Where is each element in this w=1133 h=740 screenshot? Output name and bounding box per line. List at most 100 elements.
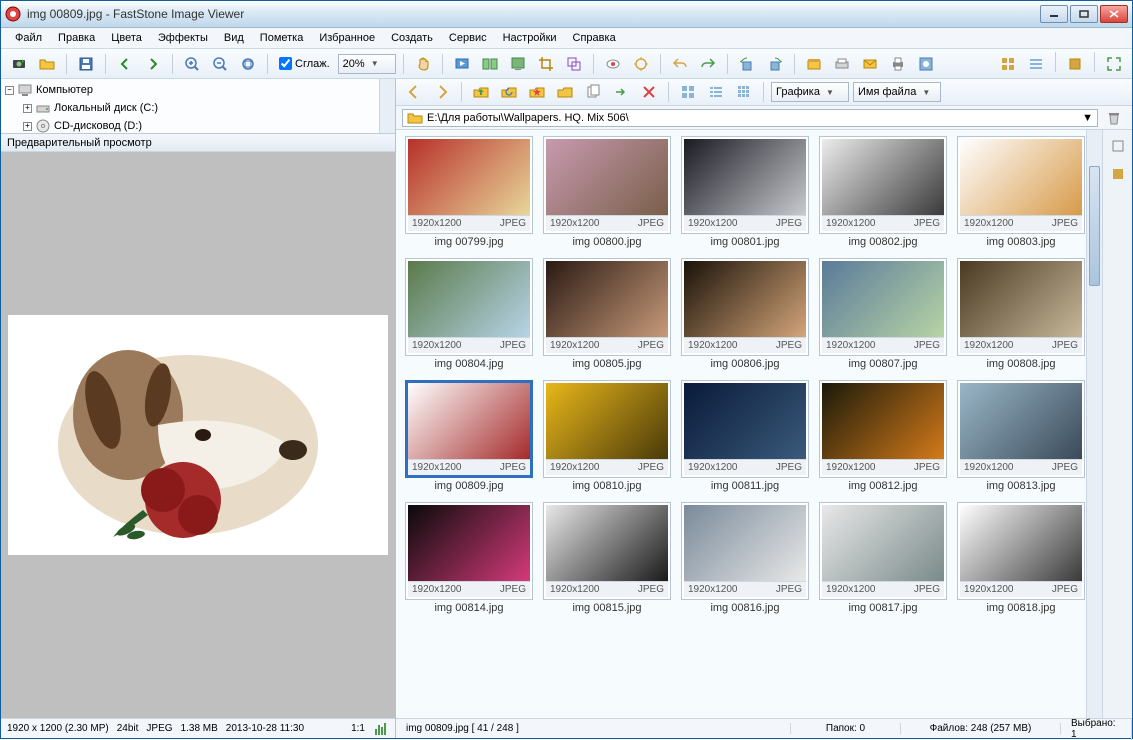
- new-folder-button[interactable]: [553, 80, 577, 104]
- menu-цвета[interactable]: Цвета: [103, 30, 150, 46]
- thumbnail-item[interactable]: 1920x1200JPEG img 00805.jpg: [542, 258, 672, 370]
- status-folders: Папок: 0: [791, 723, 901, 734]
- thumbnail-item[interactable]: 1920x1200JPEG img 00812.jpg: [818, 380, 948, 492]
- folder-tree[interactable]: −Компьютер +Локальный диск (C:) +CD-диск…: [1, 79, 395, 134]
- sort-combo[interactable]: Имя файла▼: [853, 82, 941, 102]
- thumbnail-item[interactable]: 1920x1200JPEG img 00807.jpg: [818, 258, 948, 370]
- print-button[interactable]: [886, 52, 910, 76]
- view-details[interactable]: [704, 80, 728, 104]
- tree-drive-c[interactable]: Локальный диск (C:): [54, 102, 158, 114]
- status-date: 2013-10-28 11:30: [226, 723, 304, 734]
- recycle-button[interactable]: [1102, 106, 1126, 130]
- view-thumbs-button[interactable]: [996, 52, 1020, 76]
- thumbnail-item[interactable]: 1920x1200JPEG img 00806.jpg: [680, 258, 810, 370]
- open-button[interactable]: [35, 52, 59, 76]
- thumb-scrollbar[interactable]: [1086, 130, 1102, 718]
- up-folder-button[interactable]: [469, 80, 493, 104]
- computer-icon: [17, 82, 33, 98]
- menu-справка[interactable]: Справка: [565, 30, 624, 46]
- path-input[interactable]: E:\Для работы\Wallpapers. HQ. Mix 506\ ▼: [402, 109, 1098, 127]
- hand-tool-button[interactable]: [411, 52, 435, 76]
- rail-button-1[interactable]: [1106, 134, 1130, 158]
- nav-back-button[interactable]: [402, 80, 426, 104]
- thumbnail-item[interactable]: 1920x1200JPEG img 00800.jpg: [542, 136, 672, 248]
- path-bar: E:\Для работы\Wallpapers. HQ. Mix 506\ ▼: [396, 106, 1132, 130]
- menu-вид[interactable]: Вид: [216, 30, 252, 46]
- thumbnail-item[interactable]: 1920x1200JPEG img 00817.jpg: [818, 502, 948, 614]
- thumbnail-item[interactable]: 1920x1200JPEG img 00808.jpg: [956, 258, 1086, 370]
- copy-to-button[interactable]: [581, 80, 605, 104]
- minimize-button[interactable]: [1040, 5, 1068, 23]
- maximize-button[interactable]: [1070, 5, 1098, 23]
- thumbnail-item[interactable]: 1920x1200JPEG img 00815.jpg: [542, 502, 672, 614]
- menu-настройки[interactable]: Настройки: [495, 30, 565, 46]
- view-single-button[interactable]: [1063, 52, 1087, 76]
- smooth-checkbox[interactable]: Сглаж.: [279, 57, 330, 70]
- crop-button[interactable]: [534, 52, 558, 76]
- resize-button[interactable]: [562, 52, 586, 76]
- back-button[interactable]: [113, 52, 137, 76]
- browser-toolbar: Графика▼ Имя файла▼: [396, 79, 1132, 106]
- menu-файл[interactable]: Файл: [7, 30, 50, 46]
- thumbnail-item[interactable]: 1920x1200JPEG img 00801.jpg: [680, 136, 810, 248]
- delete-button[interactable]: [637, 80, 661, 104]
- thumbnail-item[interactable]: 1920x1200JPEG img 00809.jpg: [404, 380, 534, 492]
- scanner-button[interactable]: [830, 52, 854, 76]
- thumbnail-item[interactable]: 1920x1200JPEG img 00810.jpg: [542, 380, 672, 492]
- histogram-icon[interactable]: [373, 721, 389, 737]
- thumbnail-item[interactable]: 1920x1200JPEG img 00803.jpg: [956, 136, 1086, 248]
- slideshow-button[interactable]: [450, 52, 474, 76]
- zoom-in-button[interactable]: [180, 52, 204, 76]
- view-mode-combo[interactable]: Графика▼: [771, 82, 849, 102]
- email-button[interactable]: [858, 52, 882, 76]
- view-list-button[interactable]: [1024, 52, 1048, 76]
- thumbnail-item[interactable]: 1920x1200JPEG img 00802.jpg: [818, 136, 948, 248]
- chevron-down-icon[interactable]: ▼: [1082, 112, 1093, 124]
- rotate-left-button[interactable]: [735, 52, 759, 76]
- move-to-button[interactable]: [609, 80, 633, 104]
- folder-icon: [407, 110, 423, 126]
- adjust-button[interactable]: [629, 52, 653, 76]
- tree-drive-d[interactable]: CD-дисковод (D:): [54, 120, 142, 132]
- zoom-combo[interactable]: 20%▼: [338, 54, 396, 74]
- menu-избранное[interactable]: Избранное: [311, 30, 383, 46]
- menu-эффекты[interactable]: Эффекты: [150, 30, 216, 46]
- settings-button[interactable]: [914, 52, 938, 76]
- tree-scrollbar[interactable]: [379, 79, 395, 133]
- wallpaper-button[interactable]: [506, 52, 530, 76]
- thumbnail-item[interactable]: 1920x1200JPEG img 00814.jpg: [404, 502, 534, 614]
- thumbnail-item[interactable]: 1920x1200JPEG img 00811.jpg: [680, 380, 810, 492]
- redeye-button[interactable]: [601, 52, 625, 76]
- view-large-icons[interactable]: [676, 80, 700, 104]
- acquire-button[interactable]: [7, 52, 31, 76]
- thumbnail-item[interactable]: 1920x1200JPEG img 00799.jpg: [404, 136, 534, 248]
- thumbnail-item[interactable]: 1920x1200JPEG img 00804.jpg: [404, 258, 534, 370]
- menu-правка[interactable]: Правка: [50, 30, 103, 46]
- zoom-fit-button[interactable]: [236, 52, 260, 76]
- menu-сервис[interactable]: Сервис: [441, 30, 495, 46]
- preview-pane[interactable]: [1, 152, 395, 718]
- menu-пометка[interactable]: Пометка: [252, 30, 312, 46]
- redo-button[interactable]: [696, 52, 720, 76]
- thumbnail-area[interactable]: 1920x1200JPEG img 00799.jpg 1920x1200JPE…: [396, 130, 1132, 718]
- nav-forward-button[interactable]: [430, 80, 454, 104]
- rail-button-2[interactable]: [1106, 162, 1130, 186]
- forward-button[interactable]: [141, 52, 165, 76]
- view-small-icons[interactable]: [732, 80, 756, 104]
- save-button[interactable]: [74, 52, 98, 76]
- status-current: img 00809.jpg [ 41 / 248 ]: [396, 723, 791, 734]
- undo-button[interactable]: [668, 52, 692, 76]
- menu-создать[interactable]: Создать: [383, 30, 441, 46]
- thumbnail-item[interactable]: 1920x1200JPEG img 00818.jpg: [956, 502, 1086, 614]
- close-button[interactable]: [1100, 5, 1128, 23]
- fullscreen-button[interactable]: [1102, 52, 1126, 76]
- favorites-button[interactable]: [525, 80, 549, 104]
- zoom-out-button[interactable]: [208, 52, 232, 76]
- refresh-button[interactable]: [497, 80, 521, 104]
- thumbnail-item[interactable]: 1920x1200JPEG img 00813.jpg: [956, 380, 1086, 492]
- app-window: img 00809.jpg - FastStone Image Viewer Ф…: [0, 0, 1133, 739]
- compare-button[interactable]: [478, 52, 502, 76]
- rotate-right-button[interactable]: [763, 52, 787, 76]
- archive-button[interactable]: [802, 52, 826, 76]
- thumbnail-item[interactable]: 1920x1200JPEG img 00816.jpg: [680, 502, 810, 614]
